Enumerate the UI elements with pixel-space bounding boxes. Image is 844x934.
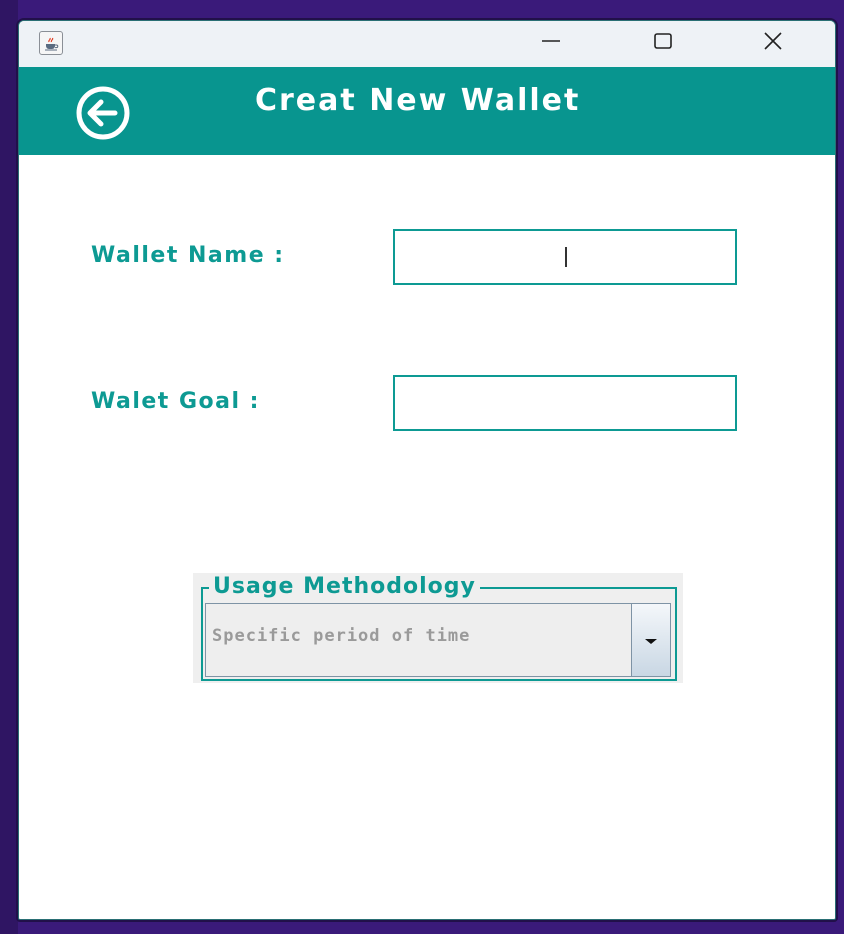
wallet-name-label: Wallet Name :: [91, 243, 285, 268]
usage-methodology-legend: Usage Methodology: [209, 573, 480, 601]
app-window: Creat New Wallet Wallet Name : Walet Goa…: [18, 20, 836, 920]
minimize-button[interactable]: [523, 21, 579, 65]
dropdown-arrow-button[interactable]: [631, 604, 670, 676]
page-header: Creat New Wallet: [19, 67, 835, 155]
wallet-goal-label: Walet Goal :: [91, 389, 260, 414]
text-caret: [565, 247, 567, 267]
back-button[interactable]: [61, 85, 145, 145]
close-button[interactable]: [745, 21, 801, 65]
dropdown-selected-value: Specific period of time: [212, 626, 471, 646]
close-icon: [762, 30, 784, 56]
page-title: Creat New Wallet: [255, 83, 581, 118]
usage-methodology-dropdown[interactable]: Specific period of time: [205, 603, 671, 677]
usage-methodology-panel: Usage Methodology Specific period of tim…: [193, 573, 683, 683]
title-bar: [19, 21, 835, 67]
wallet-goal-input[interactable]: [393, 375, 737, 431]
minimize-icon: [540, 30, 562, 56]
chevron-down-icon: [643, 631, 659, 650]
desktop-background: [0, 0, 18, 934]
back-arrow-icon: [61, 85, 145, 145]
maximize-button[interactable]: [635, 21, 691, 65]
java-cup-icon: [39, 31, 63, 55]
maximize-icon: [652, 30, 674, 56]
